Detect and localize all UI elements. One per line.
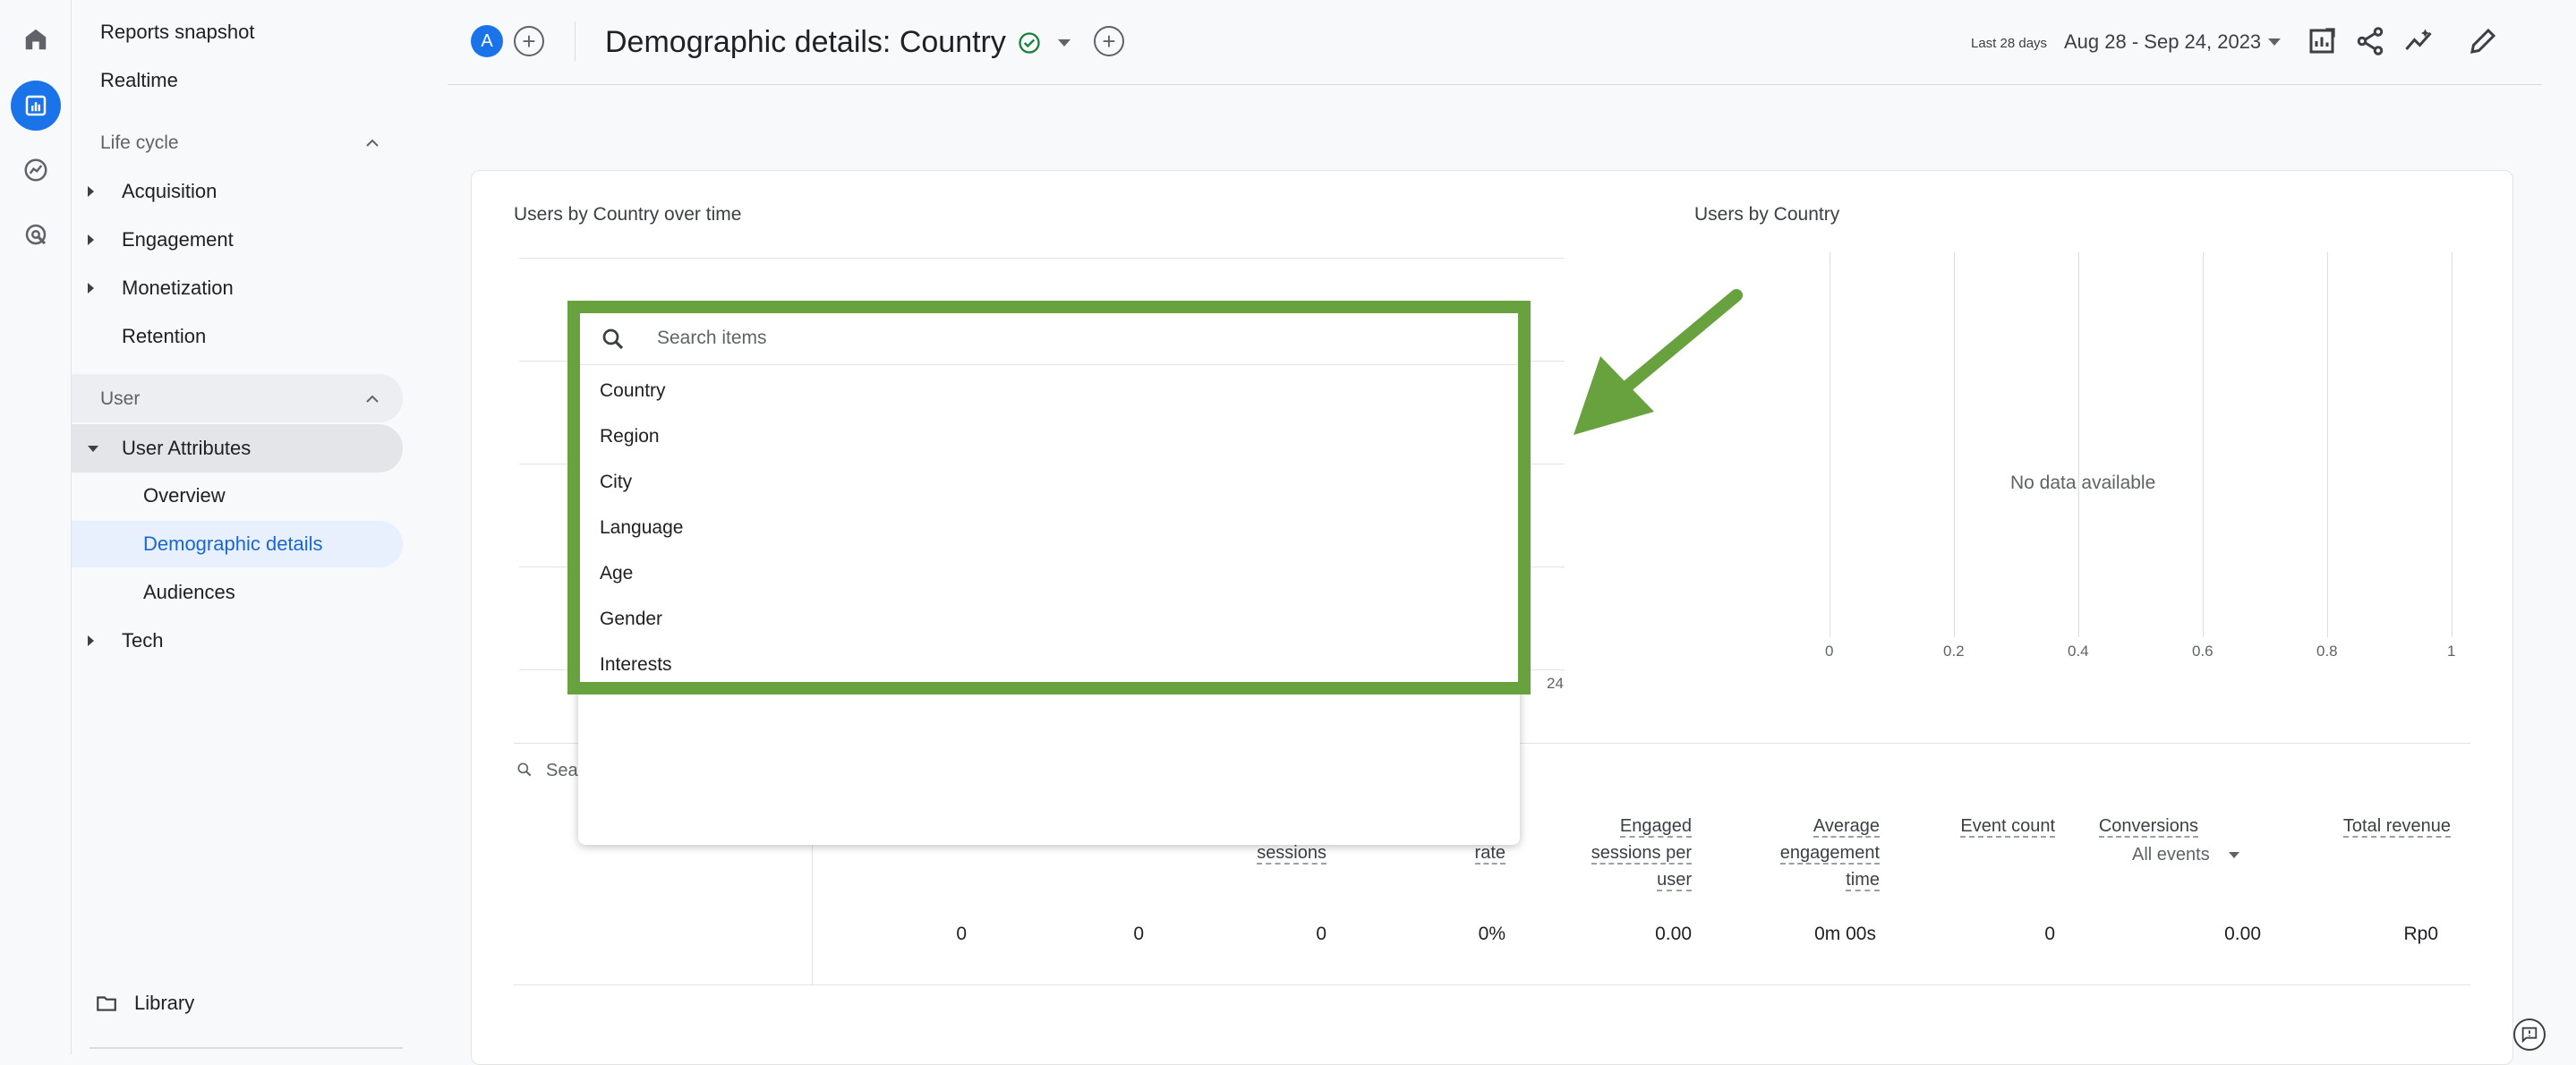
table-cell: Rp0: [2403, 924, 2438, 944]
col-header-event-count[interactable]: Event count: [1924, 813, 2055, 839]
left-rail: [0, 0, 72, 1054]
expand-arrow-icon: [88, 234, 94, 245]
report-header: A + Demographic details: Country + Last …: [448, 0, 2542, 85]
sidebar-section-life-cycle[interactable]: Life cycle: [72, 120, 403, 166]
sidebar-item-realtime[interactable]: Realtime: [72, 57, 403, 104]
no-data-message: No data available: [2010, 473, 2156, 493]
x-tick-label: 0.6: [2192, 643, 2213, 660]
dropdown-item-city[interactable]: City: [578, 460, 1520, 505]
bar-chart-title: Users by Country: [1694, 204, 1840, 225]
dropdown-item-interests[interactable]: Interests: [578, 643, 1520, 687]
feedback-icon[interactable]: [2513, 1018, 2546, 1051]
dropdown-item-language[interactable]: Language: [578, 506, 1520, 550]
gridline: [2078, 252, 2079, 637]
gridline: [519, 258, 1565, 259]
dropdown-item-gender[interactable]: Gender: [578, 597, 1520, 642]
gridline: [1954, 252, 1955, 637]
date-dropdown-icon[interactable]: [2268, 38, 2281, 46]
customize-report-icon[interactable]: [2306, 25, 2338, 57]
explore-icon[interactable]: [11, 145, 61, 195]
table-cell: 0.00: [1655, 924, 1692, 944]
x-tick-label: 1: [2447, 643, 2456, 660]
check-circle-icon[interactable]: [1017, 30, 1042, 55]
add-comparison-button[interactable]: +: [514, 26, 544, 56]
table-cell: 0m 00s: [1814, 924, 1876, 944]
search-icon: [602, 328, 624, 350]
search-icon: [517, 763, 532, 777]
sidebar-item-tech[interactable]: Tech: [72, 618, 403, 664]
x-tick-label: 24: [1547, 675, 1564, 692]
insights-icon[interactable]: [2402, 25, 2435, 57]
sidebar-item-reports-snapshot[interactable]: Reports snapshot: [72, 9, 403, 55]
sidebar-item-overview[interactable]: Overview: [72, 473, 403, 519]
sidebar-nav: Reports snapshot Realtime Life cycle Acq…: [72, 0, 412, 1054]
table-cell: 0: [1316, 924, 1326, 944]
table-cell: 0: [2044, 924, 2055, 944]
expand-arrow-icon: [88, 186, 94, 197]
x-tick-label: 0.8: [2316, 643, 2338, 660]
dropdown-item-region[interactable]: Region: [578, 414, 1520, 459]
page-title: Demographic details: Country: [605, 25, 1006, 59]
sidebar-item-acquisition[interactable]: Acquisition: [72, 168, 403, 215]
sidebar-item-retention[interactable]: Retention: [72, 313, 403, 360]
x-tick-label: 0.2: [1943, 643, 1965, 660]
dimension-dropdown: Country Region City Language Age Gender …: [578, 304, 1520, 845]
reports-icon[interactable]: [11, 81, 61, 131]
gridline: [2203, 252, 2204, 637]
conversions-event-select[interactable]: All events: [2132, 845, 2240, 865]
title-dropdown-icon[interactable]: [1058, 39, 1070, 47]
edit-pencil-icon[interactable]: [2467, 25, 2499, 57]
header-divider: [575, 21, 576, 61]
gridline: [2327, 252, 2328, 637]
sidebar-item-user-attributes[interactable]: User Attributes: [72, 425, 403, 472]
table-cell: 0: [1133, 924, 1144, 944]
col-header-total-revenue[interactable]: Total revenue: [2291, 813, 2451, 839]
col-header-engaged-sessions-per-user[interactable]: Engaged sessions per user: [1557, 813, 1692, 893]
date-period-label: Last 28 days: [1971, 36, 2048, 51]
sidebar-item-library[interactable]: Library: [72, 980, 403, 1027]
share-icon[interactable]: [2354, 25, 2386, 57]
table-cell: 0.00: [2224, 924, 2261, 944]
home-icon[interactable]: [11, 14, 61, 64]
col-header-average-engagement-time[interactable]: Average engagement time: [1745, 813, 1880, 893]
sidebar-item-audiences[interactable]: Audiences: [72, 569, 403, 616]
expand-arrow-icon: [88, 283, 94, 294]
sidebar-section-user[interactable]: User: [72, 376, 403, 422]
table-cell: 0%: [1478, 924, 1506, 944]
line-chart-title: Users by Country over time: [514, 204, 742, 225]
comparison-avatar[interactable]: A: [471, 25, 503, 57]
dropdown-search-row: [578, 311, 1520, 365]
search-items-input[interactable]: [655, 322, 1461, 354]
dropdown-item-age[interactable]: Age: [578, 551, 1520, 596]
sidebar-item-monetization[interactable]: Monetization: [72, 265, 403, 311]
expand-arrow-icon: [88, 635, 94, 646]
folder-icon: [97, 996, 116, 1011]
table-row-divider: [514, 984, 2470, 985]
add-filter-button[interactable]: +: [1094, 26, 1124, 56]
chevron-up-icon: [366, 139, 379, 147]
sidebar-item-demographic-details[interactable]: Demographic details: [72, 521, 403, 567]
collapse-arrow-icon: [88, 445, 98, 452]
table-cell: 0: [956, 924, 967, 944]
col-header-conversions[interactable]: Conversions: [2094, 813, 2198, 839]
date-range-picker[interactable]: Aug 28 - Sep 24, 2023: [2064, 30, 2261, 54]
x-tick-label: 0.4: [2068, 643, 2089, 660]
chevron-down-icon: [2229, 852, 2240, 859]
sidebar-divider: [90, 1047, 403, 1049]
dropdown-item-country[interactable]: Country: [578, 369, 1520, 413]
chevron-up-icon: [366, 395, 379, 403]
annotation-arrow-icon: [1574, 289, 1743, 435]
sidebar-item-engagement[interactable]: Engagement: [72, 217, 403, 263]
x-tick-label: 0: [1825, 643, 1834, 660]
advertising-icon[interactable]: [11, 209, 61, 260]
